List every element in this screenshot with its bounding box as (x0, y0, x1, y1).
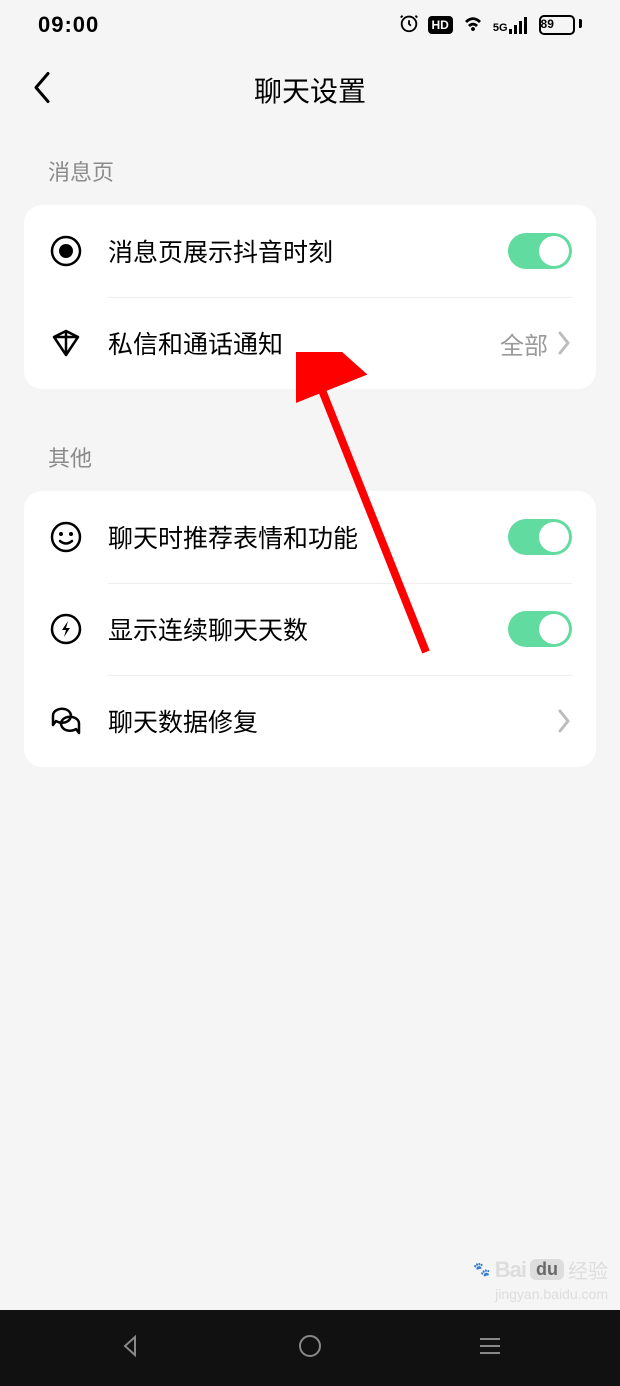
nav-recent-icon[interactable] (477, 1335, 503, 1362)
toggle-douyin-moments[interactable] (508, 233, 572, 269)
row-label: 显示连续聊天天数 (108, 611, 508, 647)
battery-icon: 89 (539, 15, 582, 35)
page-title: 聊天设置 (254, 70, 366, 110)
section-label-messages: 消息页 (0, 130, 620, 205)
nav-home-icon[interactable] (297, 1333, 323, 1364)
android-navbar (0, 1310, 620, 1386)
toggle-chat-streak[interactable] (508, 611, 572, 647)
lightning-circle-icon (48, 611, 84, 647)
signal-icon: 5G (493, 16, 531, 34)
row-dm-call-notify[interactable]: 私信和通话通知 全部 (24, 297, 596, 389)
status-bar: 09:00 HD 5G 89 (0, 0, 620, 50)
row-chat-streak[interactable]: 显示连续聊天天数 (24, 583, 596, 675)
heart-circle-icon (48, 233, 84, 269)
row-repair-chat-data[interactable]: 聊天数据修复 (24, 675, 596, 767)
status-time: 09:00 (38, 12, 99, 38)
chevron-right-icon (556, 329, 572, 357)
send-icon (48, 325, 84, 361)
watermark: 🐾 Bai du 经验 jingyan.baidu.com (473, 1255, 608, 1302)
wifi-icon (461, 13, 485, 38)
alarm-icon (398, 12, 420, 39)
status-icons: HD 5G 89 (398, 12, 582, 39)
row-douyin-moments[interactable]: 消息页展示抖音时刻 (24, 205, 596, 297)
nav-back-icon[interactable] (117, 1333, 143, 1364)
back-button[interactable] (30, 70, 52, 111)
row-label: 聊天数据修复 (108, 703, 556, 739)
chevron-right-icon (556, 707, 572, 735)
emoji-icon (48, 519, 84, 555)
card-other: 聊天时推荐表情和功能 显示连续聊天天数 聊天数据修复 (24, 491, 596, 767)
row-label: 私信和通话通知 (108, 325, 500, 361)
row-value: 全部 (500, 326, 548, 361)
toggle-recommend-emoji[interactable] (508, 519, 572, 555)
row-label: 消息页展示抖音时刻 (108, 233, 508, 269)
card-messages: 消息页展示抖音时刻 私信和通话通知 全部 (24, 205, 596, 389)
row-recommend-emoji[interactable]: 聊天时推荐表情和功能 (24, 491, 596, 583)
section-label-other: 其他 (0, 389, 620, 491)
row-label: 聊天时推荐表情和功能 (108, 519, 508, 555)
chat-sync-icon (48, 703, 84, 739)
hd-badge: HD (428, 16, 453, 34)
header: 聊天设置 (0, 50, 620, 130)
